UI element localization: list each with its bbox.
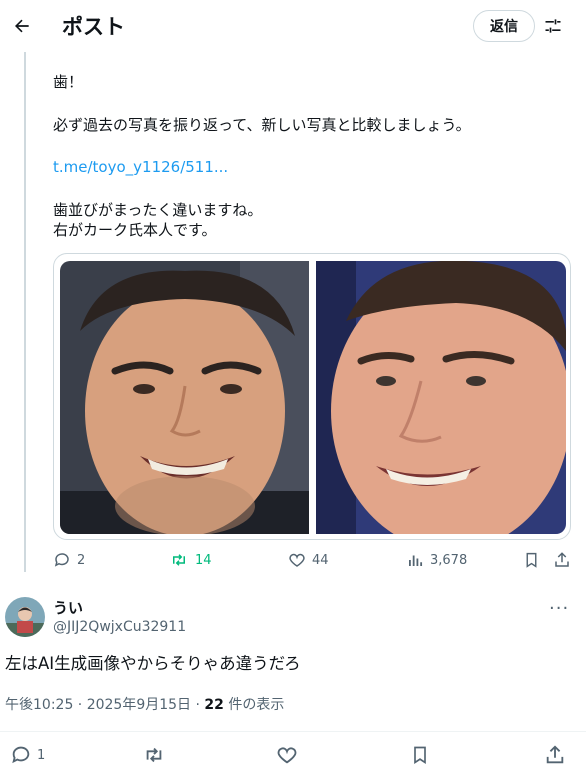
back-button[interactable] — [6, 10, 38, 42]
reply-count: 2 — [77, 552, 86, 568]
reply-view-count: 22 — [204, 697, 224, 713]
bookmark-icon — [526, 552, 537, 568]
reply-bookmark-action[interactable] — [410, 744, 430, 766]
tweet-media[interactable] — [53, 253, 571, 540]
reply-text: 左はAI生成画像やからそりゃあ違うだろ — [5, 654, 301, 673]
heart-icon — [289, 553, 305, 567]
retweet-action[interactable]: 14 — [169, 551, 212, 569]
thread-line — [24, 52, 26, 572]
reply-view-suffix: 件の表示 — [223, 697, 285, 713]
reply-reply-action[interactable]: 1 — [10, 744, 45, 766]
reply-reply-count: 1 — [37, 747, 46, 763]
divider — [0, 731, 586, 732]
like-count: 44 — [312, 552, 329, 568]
reply-author-handle[interactable]: @JIJ2QwjxCu32911 — [53, 619, 186, 635]
back-arrow-icon — [15, 19, 29, 33]
retweet-count: 14 — [195, 552, 212, 568]
bookmark-icon — [414, 746, 426, 765]
tweet-line-4: 歯並びがまったく違いますね。 — [53, 201, 263, 219]
bookmark-action[interactable] — [523, 551, 540, 569]
more-icon[interactable]: ··· — [549, 598, 569, 619]
tweet-action-bar: 2 14 44 3,678 — [53, 551, 573, 575]
views-chart-icon — [409, 555, 423, 566]
reply-like-action[interactable] — [276, 744, 298, 766]
reply-retweet-action[interactable] — [143, 744, 165, 766]
photo-right[interactable] — [316, 261, 566, 534]
views-action[interactable]: 3,678 — [406, 551, 467, 569]
page-title: ポスト — [62, 15, 125, 39]
photo-left[interactable] — [60, 261, 309, 534]
reply-timestamp[interactable]: 午後10:25 · 2025年9月15日 · — [5, 697, 204, 713]
tweet-line-2: 必ず過去の写真を振り返って、新しい写真と比較しましょう。 — [53, 116, 471, 134]
reply-action[interactable]: 2 — [53, 551, 85, 569]
reply-meta: 午後10:25 · 2025年9月15日 · 22 件の表示 — [5, 694, 284, 714]
retweet-icon — [146, 747, 162, 763]
reply-author-name[interactable]: うい — [53, 597, 83, 618]
comment-icon — [54, 553, 69, 567]
filter-sliders-icon — [545, 19, 561, 33]
share-icon — [555, 552, 569, 567]
views-count: 3,678 — [430, 552, 468, 568]
reply-action-bar: 1 — [0, 742, 586, 772]
retweet-icon — [173, 554, 185, 566]
tweet-line-5: 右がカーク氏本人です。 — [53, 221, 217, 239]
tweet-line-1: 歯！ — [53, 73, 84, 91]
filter-button[interactable] — [541, 14, 565, 38]
reply-button[interactable]: 返信 — [473, 10, 535, 42]
share-icon — [546, 745, 564, 764]
tweet-link[interactable]: t.me/toyo_y1126/511... — [53, 157, 228, 177]
top-bar: ポスト 返信 — [0, 0, 586, 52]
avatar[interactable] — [5, 597, 45, 637]
like-action[interactable]: 44 — [288, 551, 329, 569]
reply-share-action[interactable] — [544, 744, 566, 766]
comment-icon — [12, 746, 30, 764]
share-action[interactable] — [553, 551, 571, 569]
heart-icon — [277, 747, 297, 764]
